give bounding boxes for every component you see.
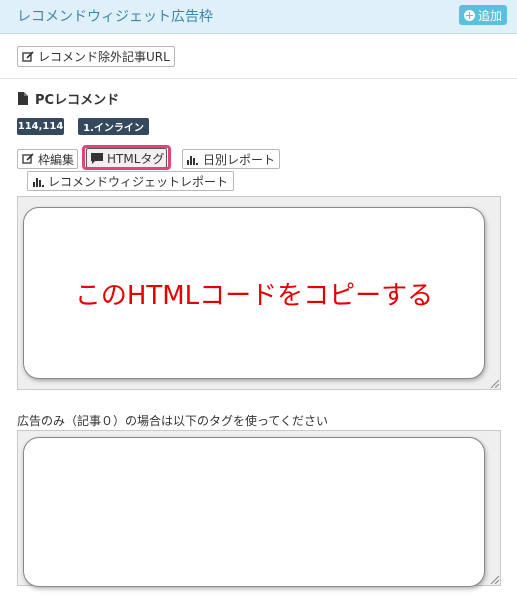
exclude-url-label: レコメンド除外記事URL <box>38 50 170 64</box>
plus-circle-icon <box>463 9 475 21</box>
copy-message: このHTMLコードをコピーする <box>74 280 434 311</box>
ad-only-label: 広告のみ（記事０）の場合は以下のタグを使ってください <box>17 414 329 428</box>
edit-frame-label: 枠編集 <box>38 152 75 167</box>
daily-report-label: 日別レポート <box>202 152 275 167</box>
file-icon <box>17 92 29 105</box>
position-badge: 1.インライン <box>78 118 149 135</box>
panel-header: レコメンドウィジェット広告枠 追加 <box>0 0 517 34</box>
widget-report-button[interactable]: レコメンドウィジェットレポート <box>27 171 234 191</box>
edit-icon <box>22 50 34 63</box>
ad-only-overlay[interactable] <box>23 437 485 587</box>
html-tag-highlight <box>82 145 171 170</box>
bar-chart-icon <box>32 175 44 187</box>
divider <box>0 78 517 79</box>
section-title-text: PCレコメンド <box>35 93 120 108</box>
exclude-url-button[interactable]: レコメンド除外記事URL <box>17 46 175 67</box>
add-button[interactable]: 追加 <box>459 5 507 25</box>
edit-frame-button[interactable]: 枠編集 <box>17 149 78 169</box>
bar-chart-icon <box>187 153 199 165</box>
id-badge: 114,114 <box>17 118 64 135</box>
copy-overlay[interactable]: このHTMLコードをコピーする <box>23 207 485 379</box>
panel-title: レコメンドウィジェット広告枠 <box>17 9 213 25</box>
resize-grip-icon[interactable] <box>490 575 499 584</box>
daily-report-button[interactable]: 日別レポート <box>182 149 280 169</box>
edit-icon <box>22 153 34 165</box>
add-button-label: 追加 <box>477 8 502 23</box>
widget-report-label: レコメンドウィジェットレポート <box>48 174 229 189</box>
section-title: PCレコメンド <box>17 89 119 108</box>
resize-grip-icon[interactable] <box>490 379 499 388</box>
